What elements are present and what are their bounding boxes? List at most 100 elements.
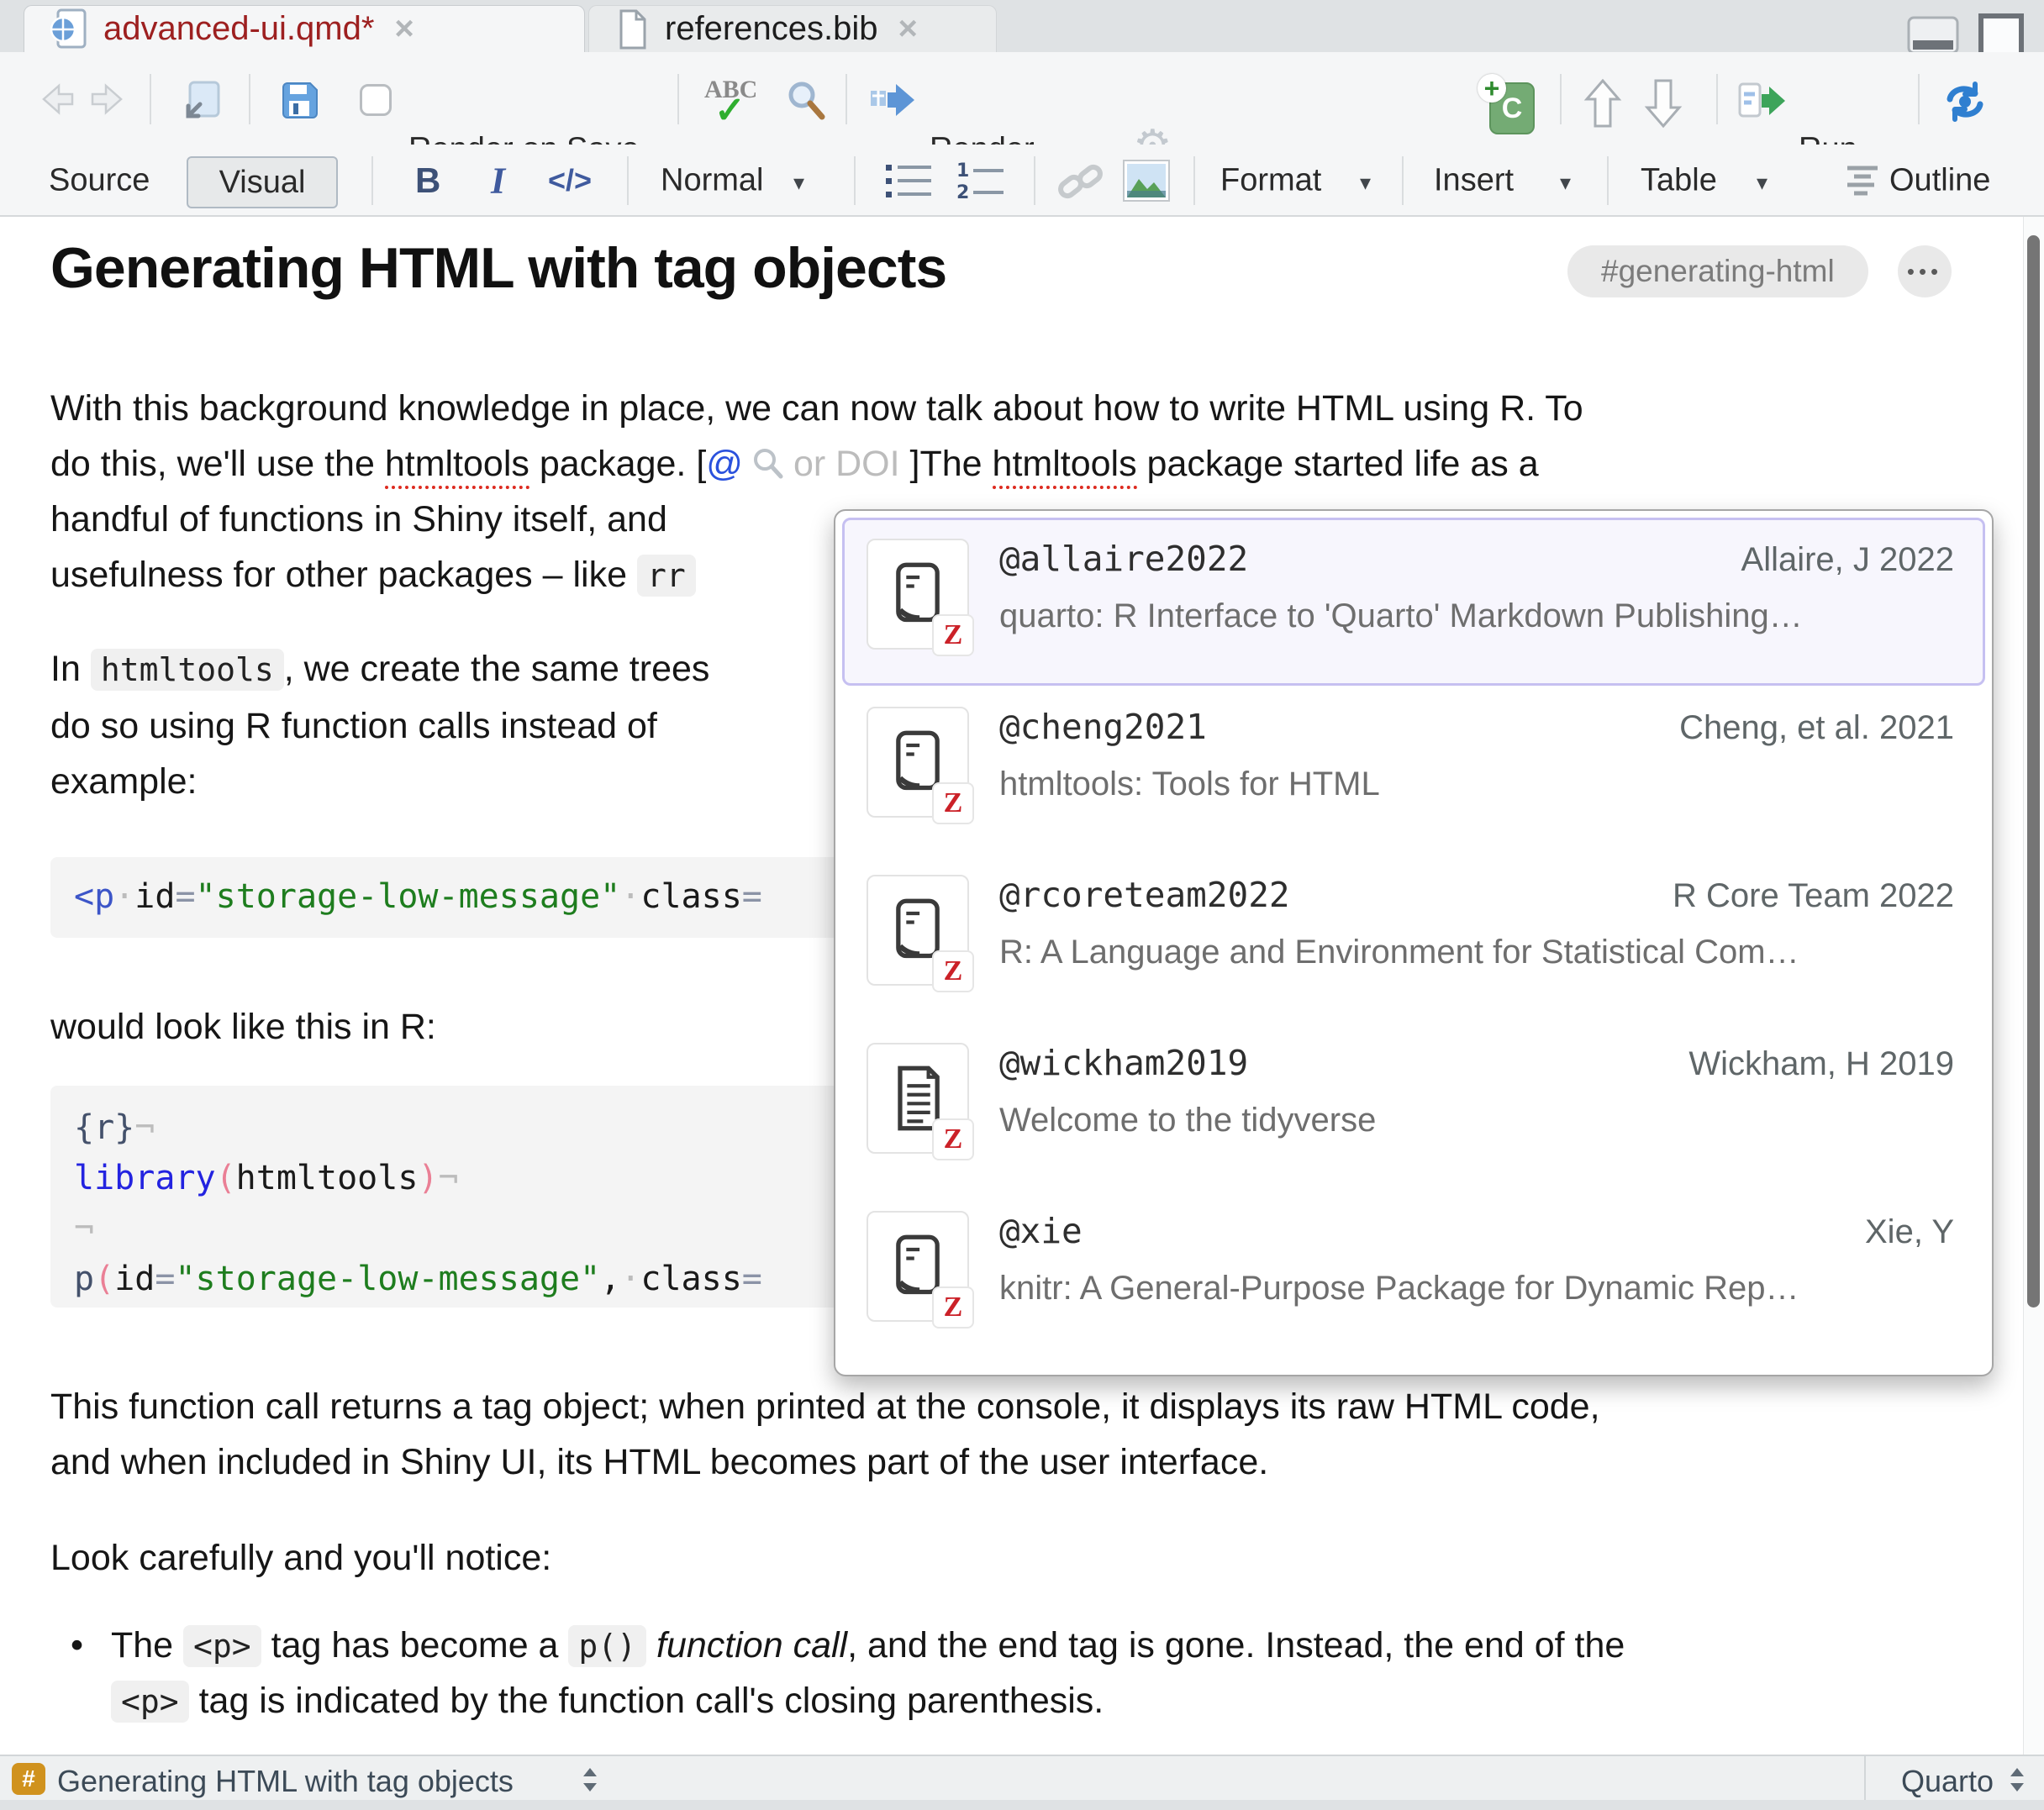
spellcheck-icon[interactable]: ABC ✓ bbox=[704, 76, 772, 126]
tab-advanced-ui-qmd[interactable]: advanced-ui.qmd* × bbox=[24, 5, 585, 52]
save-icon[interactable] bbox=[279, 79, 321, 121]
italic-text: function call bbox=[656, 1625, 847, 1665]
minimize-window-icon[interactable] bbox=[1906, 15, 1960, 55]
citation-item-allaire2022[interactable]: Z @allaire2022 Allaire, J 2022 quarto: R… bbox=[842, 518, 1985, 686]
source-sync-icon[interactable] bbox=[1941, 81, 1989, 123]
page-title: Generating HTML with tag objects bbox=[50, 235, 946, 301]
zotero-badge: Z bbox=[932, 614, 974, 656]
source-mode-button[interactable]: Source bbox=[49, 163, 150, 199]
inline-code: htmltools bbox=[91, 649, 284, 691]
reference-icon-box: Z bbox=[867, 875, 969, 986]
paragraph-line: This function call returns a tag object;… bbox=[50, 1386, 1600, 1428]
mode-selector[interactable]: Quarto bbox=[1864, 1756, 2044, 1800]
inline-code: <p> bbox=[183, 1625, 261, 1667]
citation-title: quarto: R Interface to 'Quarto' Markdown… bbox=[999, 597, 1954, 635]
close-icon[interactable]: × bbox=[394, 10, 414, 48]
insert-caret-icon[interactable]: ▾ bbox=[1560, 170, 1571, 196]
zotero-badge: Z bbox=[932, 950, 974, 992]
render-on-save-checkbox[interactable] bbox=[360, 84, 392, 116]
zotero-badge: Z bbox=[932, 782, 974, 824]
outline-toggle[interactable]: Outline bbox=[1889, 163, 1990, 199]
svg-text:2: 2 bbox=[956, 182, 969, 202]
citation-hint: or DOI bbox=[793, 444, 900, 484]
numbered-list-icon[interactable]: 1 2 bbox=[956, 161, 1005, 202]
search-icon[interactable] bbox=[785, 79, 829, 123]
paragraph-line: example: bbox=[50, 761, 197, 802]
visual-editor-canvas[interactable]: Generating HTML with tag objects #genera… bbox=[0, 217, 2044, 1755]
citation-author: Wickham, H 2019 bbox=[1688, 1045, 1954, 1083]
paragraph-line: and when included in Shiny UI, its HTML … bbox=[50, 1442, 1268, 1483]
visual-mode-button[interactable]: Visual bbox=[187, 156, 338, 208]
citation-item-wickham2019[interactable]: Z @wickham2019 Wickham, H 2019 Welcome t… bbox=[842, 1022, 1985, 1190]
format-toolbar: Source Visual B I </> Normal ▾ 1 2 Forma… bbox=[0, 145, 2044, 217]
citation-item-xie[interactable]: Z @xie Xie, Y knitr: A General-Purpose P… bbox=[842, 1190, 1985, 1358]
run-icon[interactable] bbox=[1738, 81, 1787, 121]
popout-window-icon[interactable] bbox=[178, 79, 222, 121]
misspelled-word: htmltools bbox=[385, 444, 529, 489]
render-icon[interactable] bbox=[869, 81, 916, 119]
back-icon[interactable] bbox=[39, 82, 77, 116]
format-caret-icon[interactable]: ▾ bbox=[1360, 170, 1371, 196]
citation-title: R: A Language and Environment for Statis… bbox=[999, 934, 1954, 971]
image-icon[interactable] bbox=[1123, 160, 1170, 202]
reference-icon-box: Z bbox=[867, 707, 969, 818]
tab-label: references.bib bbox=[665, 10, 877, 48]
citation-author: R Core Team 2022 bbox=[1673, 877, 1954, 915]
paragraph-line: With this background knowledge in place,… bbox=[50, 388, 1583, 429]
citation-completion-popup: Z @allaire2022 Allaire, J 2022 quarto: R… bbox=[834, 509, 1994, 1376]
inline-code: rr bbox=[637, 555, 696, 597]
citation-id: @allaire2022 bbox=[999, 539, 1248, 579]
paragraph-line: In htmltools, we create the same trees bbox=[50, 649, 709, 690]
citation-author: Cheng, et al. 2021 bbox=[1679, 709, 1954, 747]
tab-label: advanced-ui.qmd* bbox=[103, 10, 374, 48]
scrollbar-thumb[interactable] bbox=[2027, 235, 2040, 1308]
citation-token: @ bbox=[706, 444, 743, 484]
forward-icon[interactable] bbox=[87, 82, 126, 116]
section-options-button[interactable]: ••• bbox=[1898, 245, 1952, 297]
close-icon[interactable]: × bbox=[898, 10, 917, 48]
citation-item-rcoreteam2022[interactable]: Z @rcoreteam2022 R Core Team 2022 R: A L… bbox=[842, 854, 1985, 1022]
citation-title: htmltools: Tools for HTML bbox=[999, 766, 1954, 803]
reference-icon-box: Z bbox=[867, 539, 969, 650]
table-caret-icon[interactable]: ▾ bbox=[1757, 170, 1767, 196]
mode-label: Quarto bbox=[1901, 1764, 1994, 1799]
citation-search-icon bbox=[751, 447, 785, 481]
qmd-file-icon bbox=[50, 8, 88, 51]
previous-chunk-icon[interactable] bbox=[1583, 77, 1622, 129]
section-selector[interactable]: Generating HTML with tag objects bbox=[57, 1764, 514, 1799]
citation-author: Allaire, J 2022 bbox=[1741, 541, 1954, 579]
tab-references-bib[interactable]: references.bib × bbox=[588, 5, 997, 52]
block-style-select[interactable]: Normal bbox=[661, 163, 763, 199]
format-menu[interactable]: Format bbox=[1220, 163, 1321, 199]
visual-mode-label: Visual bbox=[219, 165, 306, 201]
table-menu[interactable]: Table bbox=[1641, 163, 1717, 199]
link-icon[interactable] bbox=[1057, 161, 1104, 202]
main-toolbar: Render on Save ABC ✓ Render ▾ ⚙ ▾ C + Ru bbox=[0, 52, 2044, 145]
insert-menu[interactable]: Insert bbox=[1434, 163, 1514, 199]
section-hash-icon: # bbox=[12, 1763, 45, 1795]
section-updown-icon[interactable] bbox=[582, 1766, 598, 1793]
code-format-button[interactable]: </> bbox=[548, 163, 592, 198]
file-icon bbox=[614, 8, 650, 50]
paragraph-line: would look like this in R: bbox=[50, 1007, 436, 1048]
citation-id: @rcoreteam2022 bbox=[999, 875, 1290, 915]
bullet-marker: • bbox=[71, 1625, 83, 1666]
zotero-badge: Z bbox=[932, 1118, 974, 1160]
italic-button[interactable]: I bbox=[491, 160, 505, 203]
bullet-list-icon[interactable] bbox=[884, 161, 933, 202]
paragraph-line: Look carefully and you'll notice: bbox=[50, 1538, 551, 1579]
inline-code: p() bbox=[568, 1625, 646, 1667]
bold-button[interactable]: B bbox=[415, 160, 440, 201]
citation-title: knitr: A General-Purpose Package for Dyn… bbox=[999, 1270, 1954, 1308]
misspelled-word: htmltools bbox=[993, 444, 1137, 489]
editor-tab-bar: advanced-ui.qmd* × references.bib × bbox=[0, 0, 2044, 52]
paragraph-line: do this, we'll use the htmltools package… bbox=[50, 444, 1539, 485]
bullet-line: <p> tag is indicated by the function cal… bbox=[111, 1681, 1104, 1722]
section-anchor-badge: #generating-html bbox=[1567, 245, 1868, 297]
citation-item-cheng2021[interactable]: Z @cheng2021 Cheng, et al. 2021 htmltool… bbox=[842, 686, 1985, 854]
paragraph-line: do so using R function calls instead of bbox=[50, 706, 657, 747]
next-chunk-icon[interactable] bbox=[1644, 77, 1683, 129]
block-style-caret-icon[interactable]: ▾ bbox=[793, 170, 804, 196]
vertical-scrollbar[interactable] bbox=[2023, 217, 2044, 1755]
insert-chunk-icon[interactable]: C + bbox=[1481, 77, 1535, 133]
